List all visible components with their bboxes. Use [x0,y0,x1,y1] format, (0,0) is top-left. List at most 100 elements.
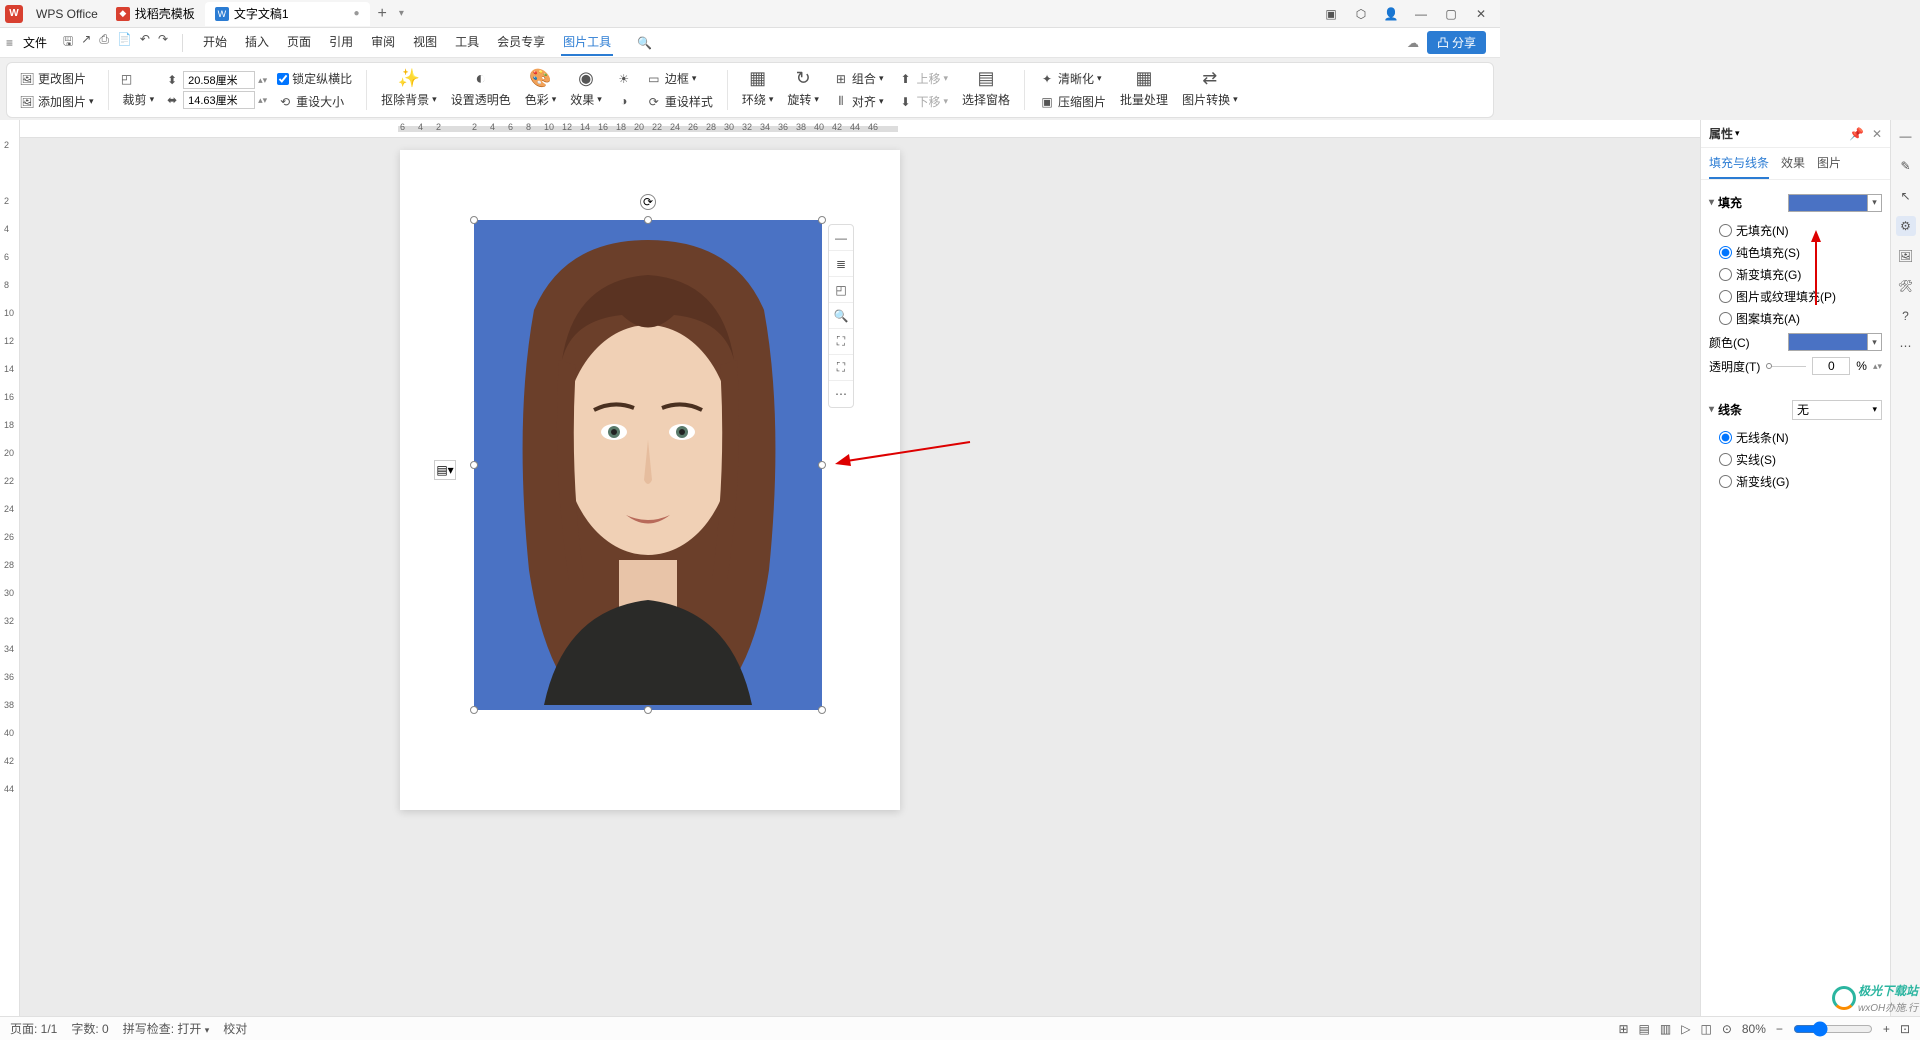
share-button[interactable]: 凸分享 [1427,31,1486,54]
selected-image[interactable]: ⟳ — ≣ ◰ 🔍 ⛶ ⛶ ⋯ ▤▾ [474,220,822,710]
opacity-input[interactable] [1812,357,1850,375]
fill-section-header[interactable]: 填充 [1709,194,1742,211]
hamburger-icon[interactable]: ≡ [6,36,13,50]
proof-status[interactable]: 校对 [223,1020,247,1037]
view-outline-icon[interactable]: ⊞ [1618,1022,1628,1036]
change-picture-button[interactable]: 🖼更改图片 [15,68,98,89]
view-web-icon[interactable]: ▥ [1660,1022,1671,1036]
view-read-icon[interactable]: ▷ [1681,1022,1690,1036]
batch-button[interactable]: 批量处理 [1116,89,1172,110]
cloud-icon[interactable]: ☁ [1407,36,1419,50]
line-gradient-radio[interactable]: 渐变线(G) [1719,473,1882,490]
tab-reference[interactable]: 引用 [327,29,355,56]
tab-review[interactable]: 审阅 [369,29,397,56]
settings-icon[interactable]: ⚙ [1896,216,1916,236]
focus-icon[interactable]: ⊙ [1722,1022,1732,1036]
tab-start[interactable]: 开始 [201,29,229,56]
app-box-icon[interactable]: ▣ [1322,7,1340,21]
crop-button[interactable]: 裁剪▾ [119,89,159,110]
minimize-panel-icon[interactable]: — [1896,126,1916,146]
fill-color-preview[interactable] [1788,194,1868,212]
move-up-button[interactable]: ⬆上移▾ [893,68,952,89]
print-icon[interactable]: ⎙ [99,32,109,53]
fit-page-icon[interactable]: ⊡ [1900,1022,1910,1036]
help-icon[interactable]: ? [1896,306,1916,326]
height-input[interactable] [183,91,255,109]
tab-view[interactable]: 视图 [411,29,439,56]
fullscreen-icon[interactable]: ⛶ [829,355,853,381]
close-panel-icon[interactable]: ✕ [1872,127,1882,141]
spell-check-status[interactable]: 拼写检查: 打开 ▾ [123,1020,210,1037]
file-menu[interactable]: 文件 [17,34,53,51]
zoom-in-icon[interactable]: + [1883,1022,1890,1036]
wrap-button[interactable]: 环绕▾ [738,89,778,110]
color-dropdown[interactable]: ▾ [1868,333,1882,351]
remove-bg-button[interactable]: 抠除背景▾ [377,89,441,110]
tab-page[interactable]: 页面 [285,29,313,56]
layout-icon[interactable]: ≣ [829,251,853,277]
line-type-select[interactable]: 无▾ [1792,400,1882,420]
rotate-button[interactable]: 旋转▾ [783,89,823,110]
lock-ratio-checkbox[interactable]: 锁定纵横比 [273,68,356,89]
tab-picture-tools[interactable]: 图片工具 [561,29,613,56]
reset-style-button[interactable]: ⟳重设样式 [642,91,717,112]
fill-solid-radio[interactable]: 纯色填充(S) [1719,244,1882,261]
undo-icon[interactable]: ↶ [140,32,150,53]
tab-template[interactable]: ◆ 找稻壳模板 [106,2,205,26]
word-count[interactable]: 字数: 0 [71,1020,108,1037]
zoom-out-icon[interactable]: − [1776,1022,1783,1036]
cube-icon[interactable]: ⬡ [1352,7,1370,21]
border-button[interactable]: ▭边框▾ [642,68,717,89]
new-tab-button[interactable]: + [370,5,395,23]
restore-button[interactable]: ▢ [1442,7,1460,21]
tab-close-icon[interactable]: ● [354,8,360,19]
brightness-button[interactable]: ☀ [612,69,636,89]
line-solid-radio[interactable]: 实线(S) [1719,451,1882,468]
picture-tool-icon[interactable]: 🖼 [1896,246,1916,266]
tab-tools[interactable]: 工具 [453,29,481,56]
effect-button[interactable]: 效果▾ [566,89,606,110]
canvas[interactable]: 6422468101214161820222426283032343638404… [20,120,1700,1016]
line-section-header[interactable]: 线条 [1709,401,1742,418]
panel-tab-effect[interactable]: 效果 [1781,154,1805,179]
print-preview-icon[interactable]: 📄 [117,32,132,53]
fill-pattern-radio[interactable]: 图案填充(A) [1719,310,1882,327]
set-transparent-button[interactable]: 设置透明色 [447,89,515,110]
line-none-radio[interactable]: 无线条(N) [1719,429,1882,446]
close-button[interactable]: ✕ [1472,7,1490,21]
collapse-icon[interactable]: — [829,225,853,251]
search-icon[interactable]: 🔍 [637,36,652,50]
rotate-handle[interactable]: ⟳ [640,194,656,210]
tab-insert[interactable]: 插入 [243,29,271,56]
fill-gradient-radio[interactable]: 渐变填充(G) [1719,266,1882,283]
save-icon[interactable]: 🖫 [63,32,73,53]
fill-picture-radio[interactable]: 图片或纹理填充(P) [1719,288,1882,305]
more-icon[interactable]: ⋯ [829,381,853,407]
export-icon[interactable]: ↗ [81,32,91,53]
pin-icon[interactable]: 📌 [1849,127,1864,141]
panel-tab-picture[interactable]: 图片 [1817,154,1841,179]
width-input[interactable] [183,71,255,89]
fit-icon[interactable]: ⛶ [829,329,853,355]
color-button[interactable]: 色彩▾ [521,89,561,110]
reset-size-button[interactable]: ⟲重设大小 [273,91,356,112]
layout-options-button[interactable]: ▤▾ [434,460,456,480]
fill-none-radio[interactable]: 无填充(N) [1719,222,1882,239]
zoom-icon[interactable]: 🔍 [829,303,853,329]
panel-tab-fill[interactable]: 填充与线条 [1709,154,1769,179]
more-tools-icon[interactable]: ⋯ [1896,336,1916,356]
select-icon[interactable]: ↖ [1896,186,1916,206]
minimize-button[interactable]: — [1412,7,1430,21]
edit-icon[interactable]: ✎ [1896,156,1916,176]
zoom-slider[interactable] [1793,1021,1873,1037]
tools-icon[interactable]: 🛠 [1896,276,1916,296]
shadow-button[interactable]: ◑ [612,91,636,111]
add-picture-button[interactable]: 🖼添加图片 ▾ [15,91,98,112]
move-down-button[interactable]: ⬇下移▾ [893,91,952,112]
combine-button[interactable]: ⊞组合▾ [829,68,888,89]
page-status[interactable]: 页面: 1/1 [10,1020,57,1037]
redo-icon[interactable]: ↷ [158,32,168,53]
tab-menu-icon[interactable]: ▾ [399,8,404,19]
convert-button[interactable]: 图片转换▾ [1178,89,1242,110]
compress-button[interactable]: ▣压缩图片 [1035,91,1110,112]
